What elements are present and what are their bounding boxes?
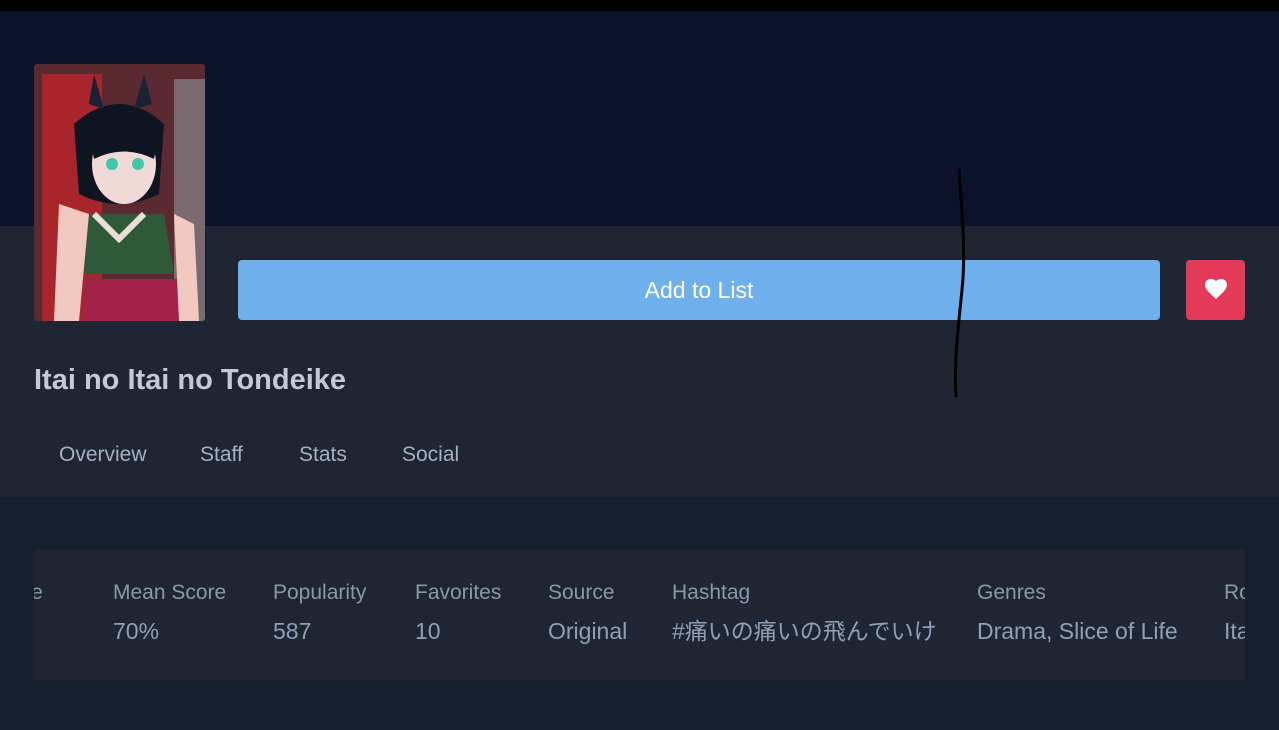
stat-genres: Genres Drama, Slice of Life (977, 579, 1178, 645)
stat-value: #痛いの痛いの飛んでいけ (672, 618, 937, 644)
favorite-button[interactable] (1186, 260, 1245, 320)
stat-value: Ita (1224, 618, 1245, 644)
stat-value: 70% (113, 618, 160, 644)
stat-romaji: Ro Ita (1224, 579, 1245, 645)
cover-image (34, 64, 205, 321)
stat-hashtag: Hashtag #痛いの痛いの飛んでいけ (672, 579, 937, 645)
stat-label: Popularity (273, 581, 367, 604)
stat-label: Ro (1224, 581, 1245, 604)
tab-social[interactable]: Social (402, 443, 459, 467)
stat-mean-score: Mean Score 70% (113, 579, 226, 645)
stat-label: Source (548, 581, 615, 604)
add-to-list-button[interactable]: Add to List (238, 260, 1160, 320)
tab-stats[interactable]: Stats (299, 443, 347, 467)
stat-favorites: Favorites 10 (415, 579, 501, 645)
stat-value: Original (548, 618, 628, 644)
stat-score: Score (34, 579, 43, 617)
tab-overview[interactable]: Overview (59, 443, 147, 467)
stat-value: 587 (273, 618, 312, 644)
media-title: Itai no Itai no Tondeike (34, 364, 347, 396)
top-edge-bar (0, 0, 1279, 11)
stat-label: Mean Score (113, 581, 227, 604)
add-to-list-label: Add to List (644, 276, 754, 303)
stat-source: Source Original (548, 579, 627, 645)
stat-label: Hashtag (672, 581, 751, 604)
stat-value: Drama, Slice of Life (977, 618, 1178, 644)
tab-staff[interactable]: Staff (200, 443, 243, 467)
stat-label: Favorites (415, 581, 502, 604)
heart-icon (1203, 277, 1229, 303)
stats-card: Score Mean Score 70% Popularity 587 Favo… (34, 549, 1245, 680)
stat-label: Score (34, 581, 43, 604)
stat-value: 10 (415, 618, 441, 644)
stat-popularity: Popularity 587 (273, 579, 366, 645)
stat-label: Genres (977, 581, 1046, 604)
